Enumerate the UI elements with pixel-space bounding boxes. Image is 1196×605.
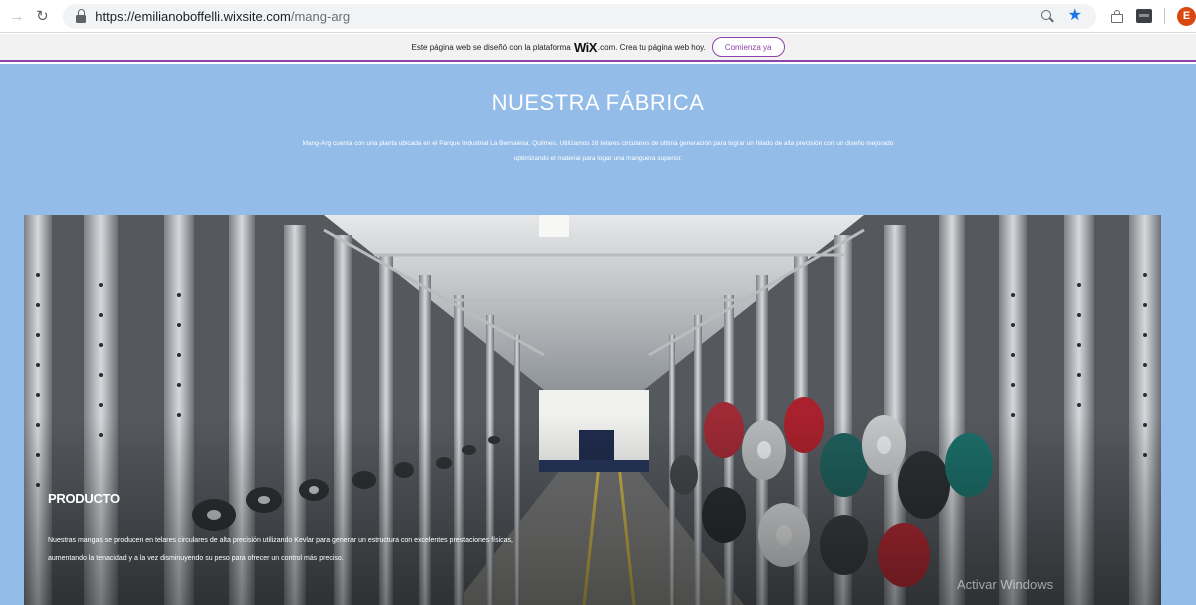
address-bar[interactable]: https://emilianoboffelli.wixsite.com/man…: [63, 3, 1097, 29]
extension-icon[interactable]: [1136, 9, 1153, 23]
toolbar-divider: [1164, 8, 1166, 24]
extension-print-icon[interactable]: [1110, 9, 1124, 23]
zoom-icon[interactable]: [1040, 9, 1054, 23]
wix-banner-text-after: .com. Crea tu página web hoy.: [597, 42, 706, 52]
product-description: Nuestras mangas se producen en telares c…: [48, 537, 513, 562]
back-arrow-icon[interactable]: →: [6, 5, 28, 27]
wix-promo-banner: Este página web se diseñó con la platafo…: [0, 34, 1196, 62]
product-heading: PRODUCTO: [48, 491, 120, 506]
intro-paragraph: Mang-Arg cuenta con una planta ubicada e…: [302, 140, 894, 162]
windows-activation-watermark: Activar Windows: [957, 577, 1054, 592]
profile-avatar[interactable]: E: [1177, 6, 1196, 26]
wix-banner-text-before: Este página web se diseñó con la platafo…: [411, 42, 571, 52]
url-path: /mang-arg: [290, 8, 351, 24]
start-now-button[interactable]: Comienza ya: [711, 37, 785, 57]
page-title: NUESTRA FÁBRICA: [491, 90, 705, 115]
url-text: https://emilianoboffelli.wixsite.com/man…: [95, 9, 350, 24]
url-host: https://emilianoboffelli.wixsite.com: [95, 8, 291, 24]
reload-icon[interactable]: ↻: [32, 5, 54, 27]
lock-icon: [75, 9, 87, 23]
browser-toolbar: → ↻ https://emilianoboffelli.wixsite.com…: [0, 0, 1196, 33]
wix-logo[interactable]: WiX: [574, 40, 597, 55]
page-content: NUESTRA FÁBRICA Mang-Arg cuenta con una …: [0, 64, 1196, 605]
bookmark-star-icon[interactable]: ★: [1068, 8, 1082, 24]
